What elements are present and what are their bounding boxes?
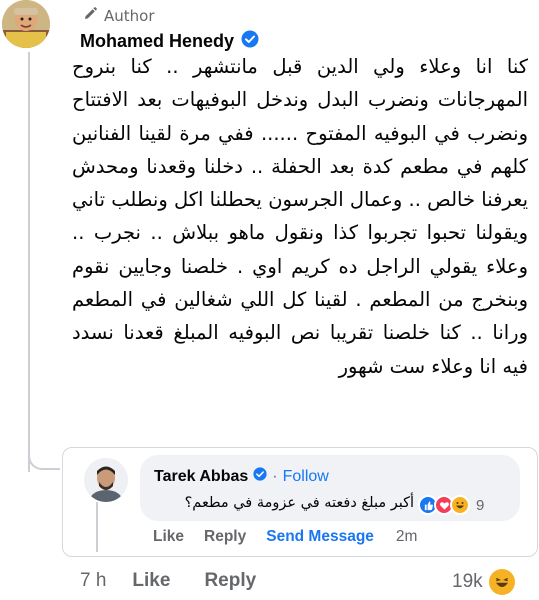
- comment-text: كنا انا وعلاء ولي الدين قبل مانتشهر .. ك…: [72, 55, 528, 378]
- reply-thread-line: [96, 502, 98, 552]
- author-name[interactable]: Mohamed Henedy: [80, 31, 234, 52]
- reply-author-name[interactable]: Tarek Abbas: [154, 468, 248, 486]
- haha-icon: [450, 495, 470, 515]
- haha-icon: [488, 569, 515, 595]
- reply-reactions[interactable]: 9: [418, 495, 484, 515]
- reply-reply-button[interactable]: Reply: [204, 528, 246, 546]
- reaction-count: 19k: [452, 571, 483, 592]
- comment-actions: 7 h Like Reply: [80, 570, 256, 592]
- comment-timestamp[interactable]: 7 h: [80, 570, 106, 592]
- thread-line: [28, 52, 30, 472]
- thread-connector: [28, 440, 60, 470]
- reply-timestamp[interactable]: 2m: [396, 528, 418, 546]
- reply-text: أكبر مبلغ دفعته في عزومة في مطعم؟: [184, 495, 414, 511]
- separator-dot: ·: [272, 467, 278, 485]
- reply-actions: Like Reply Send Message 2m: [153, 528, 437, 546]
- author-badge-label: Author: [104, 7, 155, 25]
- pencil-icon: [82, 6, 98, 26]
- send-message-button[interactable]: Send Message: [266, 528, 374, 546]
- author-badge: Author: [82, 6, 155, 26]
- author-header: Mohamed Henedy: [80, 30, 259, 52]
- reply-reaction-count: 9: [476, 496, 485, 514]
- reply-like-button[interactable]: Like: [153, 528, 184, 546]
- reply-header: Tarek Abbas · Follow: [154, 467, 329, 486]
- reply-avatar-image: [84, 458, 128, 502]
- reply-author-avatar[interactable]: [84, 458, 128, 502]
- reply-button[interactable]: Reply: [204, 570, 256, 592]
- author-avatar[interactable]: [2, 0, 50, 48]
- follow-button[interactable]: Follow: [283, 468, 329, 486]
- verified-badge-icon: [253, 467, 267, 486]
- comment-reactions[interactable]: 19k: [452, 569, 515, 595]
- like-button[interactable]: Like: [132, 570, 170, 592]
- verified-badge-icon: [241, 30, 259, 52]
- avatar-image: [2, 0, 50, 48]
